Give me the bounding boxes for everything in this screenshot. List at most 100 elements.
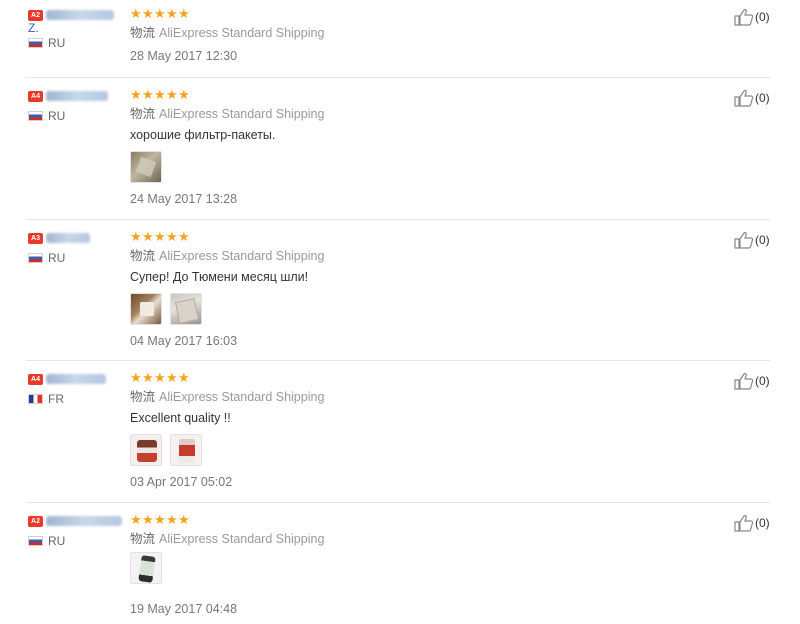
photo-list <box>130 434 690 466</box>
feedback-date: 28 May 2017 12:30 <box>130 49 238 63</box>
buyer-level-badge: A4 <box>28 373 43 385</box>
star-icon: ★ <box>166 87 178 102</box>
helpful-count: (0) <box>755 10 770 24</box>
review-photo[interactable] <box>130 434 162 466</box>
star-icon: ★ <box>130 87 142 102</box>
photo-list <box>130 293 690 325</box>
divider <box>26 502 770 503</box>
shipping-name: AliExpress Standard Shipping <box>159 26 325 40</box>
shipping-name: AliExpress Standard Shipping <box>159 107 325 121</box>
star-icon: ★ <box>166 370 178 385</box>
shipping-label: 物流 <box>130 249 156 263</box>
buyer-info: A4 FR <box>28 372 124 406</box>
shipping-label: 物流 <box>130 532 156 546</box>
feedback-text: Супер! До Тюмени месяц шли! <box>130 270 309 284</box>
review-photo[interactable] <box>170 434 202 466</box>
review-photo[interactable] <box>130 552 162 584</box>
feedback-date: 04 May 2017 16:03 <box>130 334 238 348</box>
buyer-level-badge: A4 <box>28 90 43 102</box>
buyer-name-blurred <box>46 91 108 101</box>
shipping-label: 物流 <box>130 107 156 121</box>
star-icon: ★ <box>166 6 178 21</box>
feedback-content: ★ ★ ★ ★ ★ 物流 AliExpress Standard Shipping хор… <box>130 87 690 206</box>
feedback-text: хорошие фильтр-пакеты. <box>130 128 276 142</box>
star-icon: ★ <box>178 6 190 21</box>
buyer-country: FR <box>48 392 64 406</box>
buyer-name-blurred <box>46 10 114 20</box>
star-rating: ★ ★ ★ ★ ★ <box>130 512 690 527</box>
star-icon: ★ <box>166 229 178 244</box>
feedback-content: ★ ★ ★ ★ ★ 物流 AliExpress Standard Shipping Суп… <box>130 229 690 348</box>
star-icon: ★ <box>154 229 166 244</box>
helpful-count: (0) <box>755 91 770 105</box>
buyer-name-blurred <box>46 233 90 243</box>
buyer-country: RU <box>48 251 66 265</box>
buyer-level-badge: A2 <box>28 515 43 527</box>
star-icon: ★ <box>130 6 142 21</box>
shipping-name: AliExpress Standard Shipping <box>159 390 325 404</box>
star-icon: ★ <box>130 370 142 385</box>
thumbs-up-icon <box>734 9 754 26</box>
russia-flag-icon <box>28 253 43 263</box>
star-icon: ★ <box>154 512 166 527</box>
feedback-content: ★ ★ ★ ★ ★ 物流 AliExpress Standard Shipping Exc… <box>130 370 690 489</box>
shipping-method: 物流 AliExpress Standard Shipping <box>130 25 690 41</box>
helpful-button[interactable]: (0) <box>734 89 770 107</box>
feedback-text: Excellent quality !! <box>130 411 231 425</box>
thumbs-up-icon <box>734 90 754 107</box>
russia-flag-icon <box>28 111 43 121</box>
buyer-country: RU <box>48 36 66 50</box>
photo-list <box>130 151 690 183</box>
shipping-method: 物流 AliExpress Standard Shipping <box>130 248 690 264</box>
star-icon: ★ <box>142 512 154 527</box>
star-rating: ★ ★ ★ ★ ★ <box>130 6 690 21</box>
shipping-name: AliExpress Standard Shipping <box>159 249 325 263</box>
shipping-method: 物流 AliExpress Standard Shipping <box>130 106 690 122</box>
buyer-country: RU <box>48 534 66 548</box>
divider <box>26 219 770 220</box>
star-icon: ★ <box>178 229 190 244</box>
thumbs-up-icon <box>734 232 754 249</box>
shipping-name: AliExpress Standard Shipping <box>159 532 325 546</box>
feedback-date: 19 May 2017 04:48 <box>130 602 238 616</box>
helpful-button[interactable]: (0) <box>734 514 770 532</box>
star-rating: ★ ★ ★ ★ ★ <box>130 229 690 244</box>
review-photo[interactable] <box>170 293 202 325</box>
star-icon: ★ <box>154 370 166 385</box>
buyer-name[interactable]: Z. <box>28 22 124 34</box>
buyer-country: RU <box>48 109 66 123</box>
shipping-method: 物流 AliExpress Standard Shipping <box>130 531 690 547</box>
star-icon: ★ <box>130 229 142 244</box>
photo-list <box>130 552 690 584</box>
review-photo[interactable] <box>130 293 162 325</box>
helpful-count: (0) <box>755 233 770 247</box>
star-icon: ★ <box>130 512 142 527</box>
star-icon: ★ <box>142 6 154 21</box>
buyer-info: A2 Z. RU <box>28 8 124 50</box>
star-icon: ★ <box>166 512 178 527</box>
buyer-name-blurred <box>46 516 122 526</box>
helpful-button[interactable]: (0) <box>734 372 770 390</box>
shipping-label: 物流 <box>130 390 156 404</box>
star-icon: ★ <box>178 87 190 102</box>
helpful-button[interactable]: (0) <box>734 8 770 26</box>
star-icon: ★ <box>142 229 154 244</box>
buyer-level-badge: A3 <box>28 232 43 244</box>
france-flag-icon <box>28 394 43 404</box>
star-icon: ★ <box>178 370 190 385</box>
helpful-count: (0) <box>755 374 770 388</box>
star-rating: ★ ★ ★ ★ ★ <box>130 370 690 385</box>
shipping-method: 物流 AliExpress Standard Shipping <box>130 389 690 405</box>
thumbs-up-icon <box>734 373 754 390</box>
star-icon: ★ <box>178 512 190 527</box>
thumbs-up-icon <box>734 515 754 532</box>
helpful-button[interactable]: (0) <box>734 231 770 249</box>
star-rating: ★ ★ ★ ★ ★ <box>130 87 690 102</box>
buyer-info: A4 RU <box>28 89 124 123</box>
divider <box>26 360 770 361</box>
feedback-content: ★ ★ ★ ★ ★ 物流 AliExpress Standard Shipping 28 … <box>130 6 690 63</box>
buyer-name-blurred <box>46 374 106 384</box>
russia-flag-icon <box>28 536 43 546</box>
star-icon: ★ <box>154 6 166 21</box>
review-photo[interactable] <box>130 151 162 183</box>
